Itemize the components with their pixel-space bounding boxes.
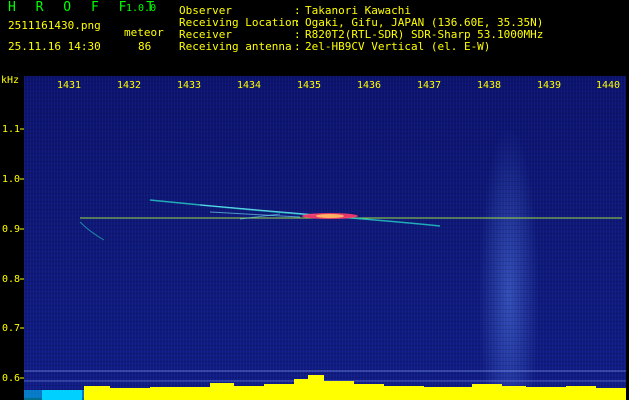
- level-bar: [110, 388, 150, 400]
- level-bar: [502, 386, 526, 400]
- level-bar: [596, 388, 626, 400]
- level-bar: [150, 387, 210, 400]
- level-bar: [84, 386, 110, 400]
- level-bar: [210, 383, 234, 400]
- level-bar: [424, 387, 472, 400]
- level-bar: [384, 386, 424, 400]
- level-bar: [42, 390, 82, 400]
- level-bar: [264, 384, 294, 400]
- level-bar: [324, 381, 354, 400]
- level-bar: [294, 379, 308, 400]
- level-bar: [354, 384, 384, 400]
- level-bar: [472, 384, 502, 400]
- level-bar: [308, 375, 324, 400]
- level-bar: [566, 386, 596, 400]
- signal-level-bars: [24, 375, 626, 400]
- echo-trace: [79, 221, 105, 241]
- level-bar: [234, 386, 264, 400]
- meteor-head-core: [316, 214, 344, 218]
- level-bar: [526, 387, 566, 400]
- spectrogram-overlay: [20, 128, 626, 400]
